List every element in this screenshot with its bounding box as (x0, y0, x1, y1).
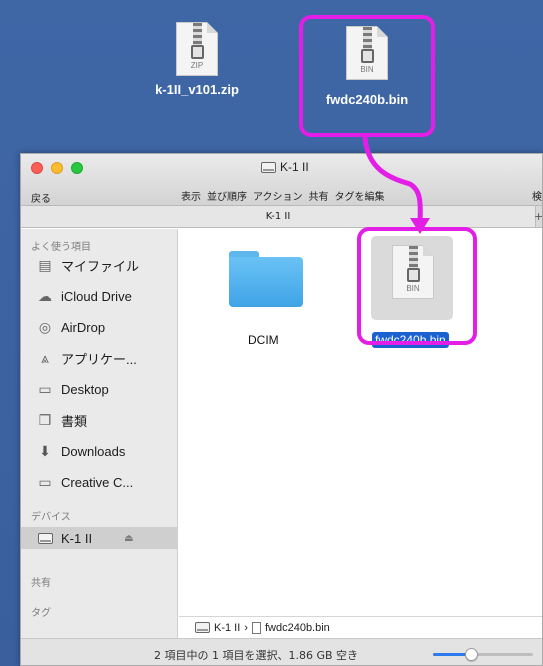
folder-dcim-icon[interactable] (229, 251, 303, 307)
minimize-button[interactable] (51, 162, 63, 174)
close-button[interactable] (31, 162, 43, 174)
share-button[interactable]: 共有 (309, 188, 329, 203)
sidebar-item-label: Creative C... (61, 474, 134, 490)
sort-button[interactable]: 並び順序 (207, 188, 247, 203)
new-tab-button[interactable]: + (534, 206, 542, 227)
path-file[interactable]: fwdc240b.bin (265, 622, 330, 634)
applications-icon: ⩓ (41, 349, 49, 366)
sidebar-heading-tags: タグ (31, 608, 51, 619)
sidebar-item-airdrop[interactable]: ◎ AirDrop (37, 316, 105, 338)
tab-k1ii[interactable]: K-1 II (21, 206, 536, 227)
window-title: K-1 II (261, 160, 309, 174)
path-separator: › (244, 621, 248, 634)
sidebar-item-icloud[interactable]: ☁ iCloud Drive (37, 285, 132, 307)
sidebar-heading-favorites: よく使う項目 (31, 242, 91, 253)
sidebar-item-label: Desktop (61, 381, 109, 397)
toolbar: 表示 並び順序 アクション 共有 タグを編集 (181, 188, 385, 203)
edit-tags-button[interactable]: タグを編集 (335, 188, 385, 203)
desktop-icon: ▭ (38, 380, 52, 397)
drive-icon (195, 622, 210, 633)
window-title-text: K-1 II (280, 160, 309, 174)
sidebar-heading-shared: 共有 (31, 578, 51, 589)
file-ext-label: ZIP (190, 61, 204, 70)
tab-bar: K-1 II + (21, 206, 542, 228)
back-button[interactable]: 戻る (31, 190, 51, 205)
sidebar-item-label: AirDrop (61, 319, 106, 335)
sidebar-item-desktop[interactable]: ▭ Desktop (37, 378, 109, 400)
documents-icon: ❒ (38, 411, 52, 428)
folder-icon: ▭ (38, 473, 52, 490)
action-button[interactable]: アクション (253, 188, 303, 203)
desktop-item-label: k-1II_v101.zip (155, 82, 239, 97)
title-bar[interactable]: K-1 II 戻る 表示 並び順序 アクション 共有 タグを編集 検 (21, 154, 542, 206)
slider-knob[interactable] (465, 648, 478, 661)
sidebar-item-label: Downloads (61, 443, 126, 459)
all-files-icon: ▤ (38, 256, 52, 273)
sidebar-item-k1ii[interactable]: K-1 II ⏏ (21, 527, 177, 549)
sidebar-item-applications[interactable]: ⩓ アプリケー... (37, 347, 137, 369)
highlight-main-bin (357, 227, 477, 345)
folder-dcim-label[interactable]: DCIM (248, 333, 279, 347)
path-volume[interactable]: K-1 II (214, 622, 240, 634)
status-bar: 2 項目中の 1 項目を選択、1.86 GB 空き (21, 638, 542, 665)
icon-size-slider[interactable] (433, 648, 533, 661)
highlight-desktop-bin (299, 15, 435, 137)
sidebar-item-label: K-1 II (61, 530, 93, 546)
sidebar-item-label: アプリケー... (61, 351, 137, 367)
file-view: DCIM BIN fwdc240b.bin (179, 227, 542, 665)
sidebar-item-label: 書類 (61, 413, 88, 429)
airdrop-icon: ◎ (38, 318, 52, 335)
sidebar-item-creative-cloud[interactable]: ▭ Creative C... (37, 471, 133, 493)
drive-icon (261, 161, 276, 173)
sidebar-item-documents[interactable]: ❒ 書類 (37, 409, 87, 431)
drive-icon (37, 530, 53, 546)
document-icon (251, 621, 261, 634)
cloud-icon: ☁ (38, 287, 52, 304)
eject-icon[interactable]: ⏏ (124, 533, 133, 544)
desktop-item-zip[interactable]: ZIP k-1II_v101.zip (142, 22, 252, 97)
sidebar-item-all-files[interactable]: ▤ マイファイル (37, 254, 139, 276)
search-button[interactable]: 検 (532, 188, 542, 203)
sidebar-item-label: マイファイル (61, 258, 140, 274)
zip-file-icon: ZIP (176, 22, 218, 76)
zoom-button[interactable] (71, 162, 83, 174)
sidebar-item-downloads[interactable]: ⬇ Downloads (37, 440, 125, 462)
sidebar: よく使う項目 ▤ マイファイル ☁ iCloud Drive ◎ AirDrop… (21, 229, 178, 665)
sidebar-heading-devices: デバイス (31, 512, 71, 523)
path-bar: K-1 II › fwdc240b.bin (179, 616, 542, 638)
downloads-icon: ⬇ (39, 442, 51, 459)
sidebar-item-label: iCloud Drive (61, 288, 132, 304)
view-button[interactable]: 表示 (181, 188, 201, 203)
status-text: 2 項目中の 1 項目を選択、1.86 GB 空き (154, 649, 359, 662)
finder-window: K-1 II 戻る 表示 並び順序 アクション 共有 タグを編集 検 K-1 I… (20, 153, 543, 666)
